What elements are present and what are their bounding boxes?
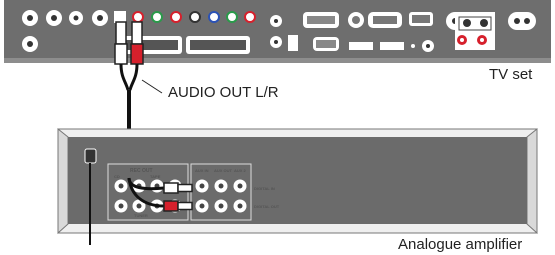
panel-aux-in: AUX IN: [195, 168, 209, 173]
panel-aux-out: AUX OUT: [214, 168, 233, 173]
amplifier-label: Analogue amplifier: [398, 236, 523, 253]
panel-tape: TAPE: [150, 174, 161, 179]
red-plug-tv: [131, 21, 143, 45]
connection-diagram: REC OUT AUX IN AUX OUT AUX 2 TUNER CD TA…: [4, 0, 551, 245]
panel-digital-out: DIGITAL OUT: [254, 204, 280, 209]
white-plug-tv: [115, 21, 127, 45]
red-plug-amplifier: [163, 200, 193, 212]
power-cord-socket: [84, 148, 97, 164]
analogue-amplifier: REC OUT AUX IN AUX OUT AUX 2 TUNER CD TA…: [57, 127, 538, 245]
audio-out-label: AUDIO OUT L/R: [168, 84, 279, 101]
panel-cd: CD: [114, 174, 120, 179]
panel-aux2: AUX 2: [234, 168, 247, 173]
tv-set-label: TV set: [489, 66, 533, 83]
tv-set: [4, 0, 551, 63]
white-plug-amplifier: [163, 182, 193, 194]
panel-digital-in: DIGITAL IN: [254, 186, 275, 191]
panel-tuner: TUNER: [134, 213, 148, 218]
